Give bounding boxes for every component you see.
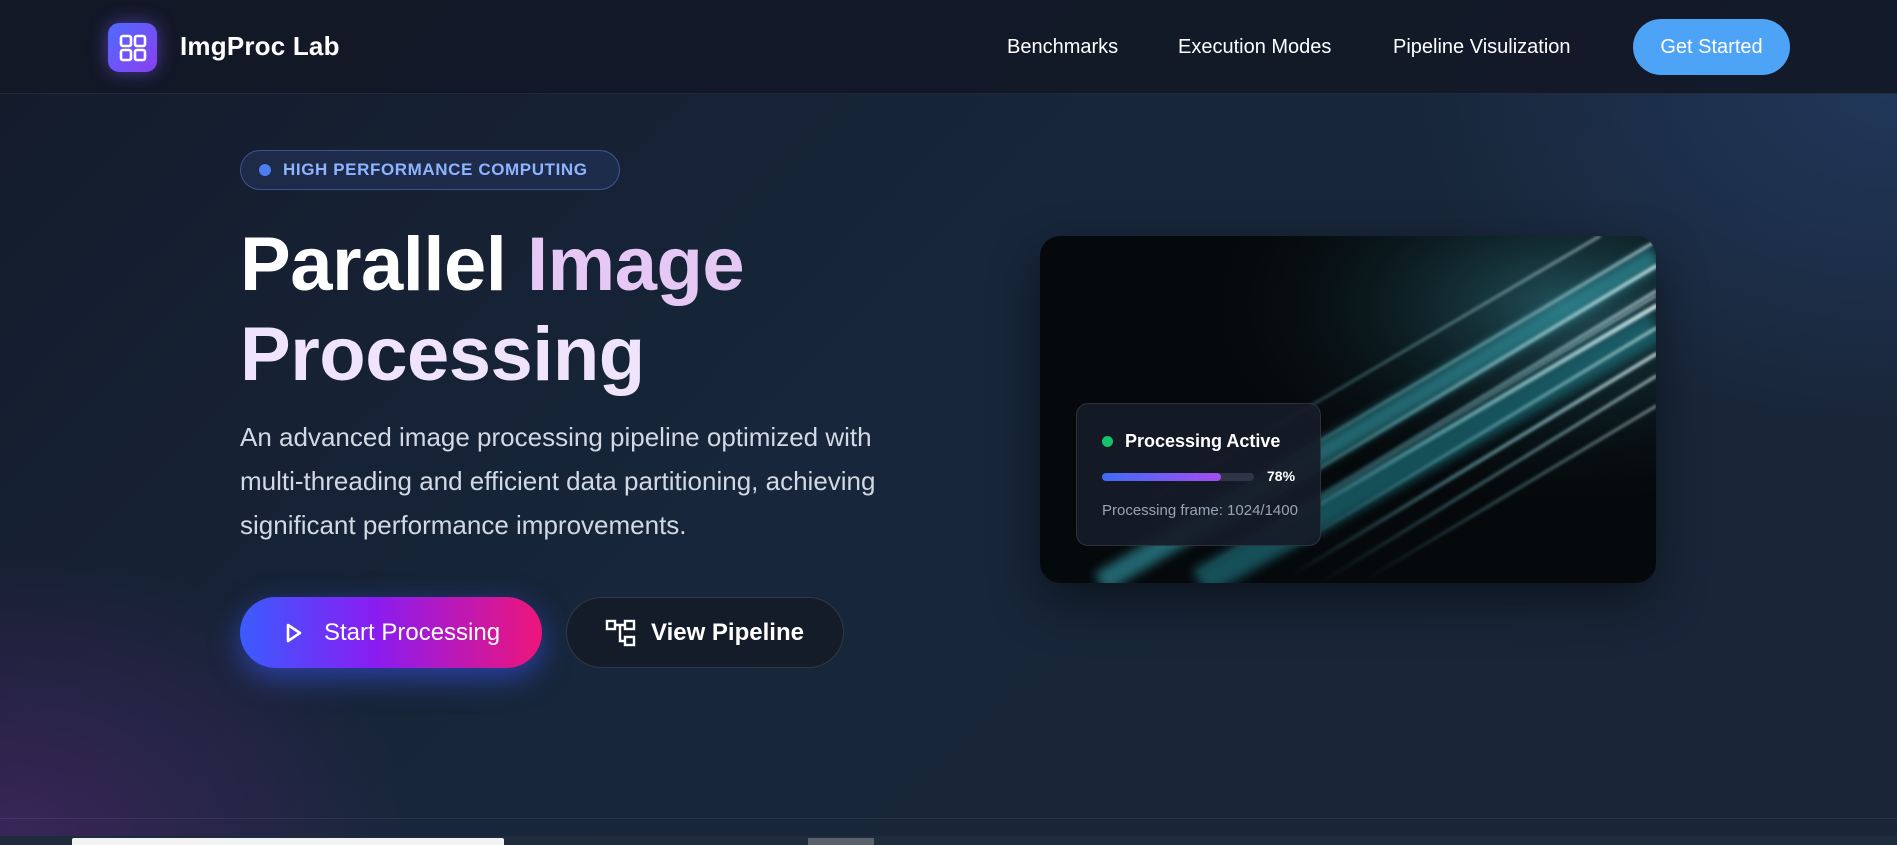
- hero-description: An advanced image processing pipeline op…: [240, 422, 876, 540]
- title-word-processing: Processing: [240, 312, 645, 397]
- progress-bar: [1102, 473, 1254, 481]
- start-processing-button[interactable]: Start Processing: [240, 597, 542, 668]
- title-word-image: Image: [527, 222, 745, 307]
- page-title: Parallel Image Processing: [240, 220, 1000, 400]
- view-pipeline-label: View Pipeline: [651, 618, 804, 646]
- progress-percent: 78%: [1267, 468, 1296, 484]
- start-processing-label: Start Processing: [324, 618, 501, 646]
- top-nav: ImgProc Lab Benchmarks Execution Modes P…: [0, 0, 1897, 94]
- processing-frame-label: Processing frame: 1024/1400: [1102, 502, 1298, 519]
- get-started-button[interactable]: Get Started: [1633, 19, 1790, 75]
- badge-label: HIGH PERFORMANCE COMPUTING: [283, 160, 588, 179]
- play-icon: [284, 622, 304, 644]
- next-section-card: [72, 838, 504, 845]
- section-divider: [0, 818, 1897, 819]
- title-word-parallel: Parallel: [240, 222, 507, 307]
- category-badge: HIGH PERFORMANCE COMPUTING: [240, 150, 620, 190]
- nav-link-execution-modes[interactable]: Execution Modes: [1178, 36, 1331, 59]
- pipeline-icon: [605, 618, 637, 648]
- nav-links: Benchmarks Execution Modes Pipeline Visu…: [0, 36, 1897, 66]
- status-active-icon: [1102, 436, 1113, 447]
- status-title: Processing Active: [1125, 431, 1281, 451]
- next-section-element: [808, 838, 874, 845]
- processing-status-card: Processing Active 78% Processing frame: …: [1076, 403, 1321, 546]
- landing-page: ImgProc Lab Benchmarks Execution Modes P…: [0, 0, 1897, 845]
- badge-dot-icon: [259, 164, 271, 176]
- progress-bar-fill: [1102, 473, 1221, 481]
- nav-link-pipeline-visualization[interactable]: Pipeline Visulization: [1393, 36, 1571, 59]
- nav-link-benchmarks[interactable]: Benchmarks: [1007, 36, 1118, 59]
- view-pipeline-button[interactable]: View Pipeline: [566, 597, 844, 668]
